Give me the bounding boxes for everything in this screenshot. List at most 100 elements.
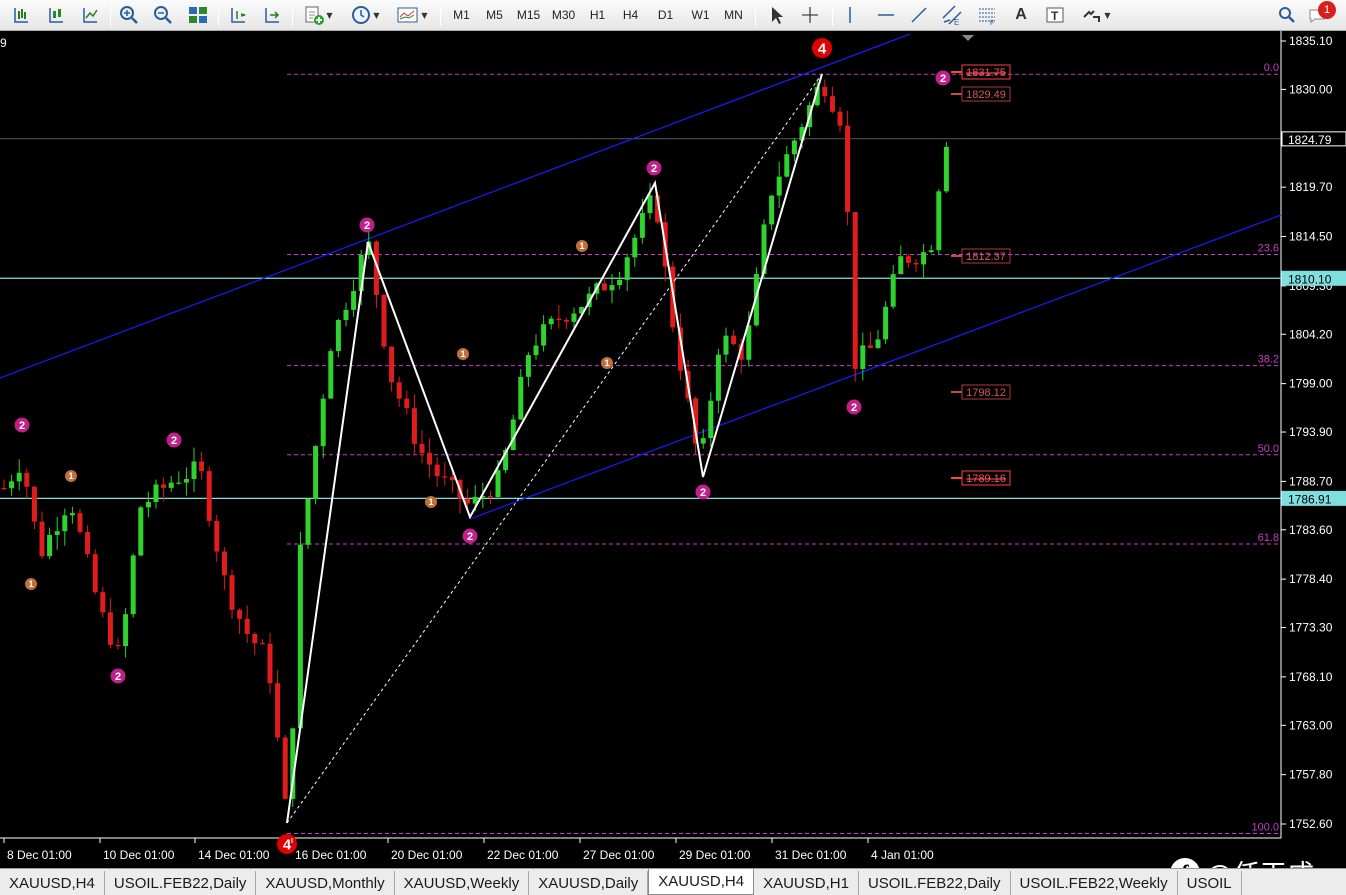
fib-level-label: 50.0 xyxy=(1258,443,1279,455)
candlestick-icon[interactable] xyxy=(41,3,71,27)
tab-1[interactable]: USOIL.FEB22,Daily xyxy=(105,871,257,895)
candle xyxy=(943,141,949,193)
candle-body xyxy=(905,256,911,263)
notification-badge[interactable]: 1 xyxy=(1318,1,1336,19)
zoom-out-icon[interactable] xyxy=(148,3,178,27)
tab-6[interactable]: XAUUSD,H1 xyxy=(754,871,859,895)
candle-body xyxy=(791,140,797,155)
tab-3[interactable]: XAUUSD,Weekly xyxy=(395,871,530,895)
candle-body xyxy=(138,507,144,556)
price-axis-label: 1757.80 xyxy=(1289,768,1333,782)
bar-chart-icon[interactable] xyxy=(6,3,36,27)
tab-2[interactable]: XAUUSD,Monthly xyxy=(256,871,395,895)
wave-label-text: 2 xyxy=(700,487,706,499)
wave-label: 2 xyxy=(14,417,30,433)
crosshair-icon[interactable] xyxy=(796,3,824,27)
candle-body xyxy=(100,592,106,613)
indicators-icon[interactable]: ▼ xyxy=(298,3,338,27)
periods-clock-icon[interactable]: ▼ xyxy=(345,3,385,27)
templates-icon[interactable]: ▼ xyxy=(392,3,432,27)
tab-5[interactable]: XAUUSD,H4 xyxy=(648,869,755,895)
candle-body xyxy=(571,313,577,322)
candle-body xyxy=(883,306,889,340)
candle-body xyxy=(548,318,554,325)
time-axis-label: 14 Dec 01:00 xyxy=(198,848,270,862)
wave-label: 2 xyxy=(462,528,478,544)
candle-body xyxy=(24,472,30,487)
timeframe-w1[interactable]: W1 xyxy=(684,3,717,27)
fibonacci-icon[interactable]: F xyxy=(973,3,1001,27)
equidistant-channel-icon[interactable]: E xyxy=(938,3,966,27)
cursor-icon[interactable] xyxy=(762,3,790,27)
chart-shift-icon[interactable] xyxy=(223,3,253,27)
price-label-text: 1812.37 xyxy=(966,251,1006,263)
candle xyxy=(852,211,858,382)
timeframe-m15[interactable]: M15 xyxy=(512,3,545,27)
candle-body xyxy=(297,544,303,729)
candle xyxy=(883,301,889,344)
candle-body xyxy=(829,96,835,112)
wave-label: 1 xyxy=(601,357,613,369)
candle-body xyxy=(556,318,562,321)
candle-body xyxy=(62,515,68,532)
line-chart-icon[interactable] xyxy=(75,3,105,27)
candle-body xyxy=(9,481,15,489)
wave-label-text: 1 xyxy=(428,497,433,507)
timeframe-m1[interactable]: M1 xyxy=(445,3,478,27)
horizontal-line-icon[interactable] xyxy=(872,3,900,27)
timeframe-m30[interactable]: M30 xyxy=(547,3,580,27)
candle-body xyxy=(252,634,258,644)
auto-scroll-icon[interactable] xyxy=(257,3,287,27)
timeframe-h1[interactable]: H1 xyxy=(581,3,614,27)
vertical-line-icon[interactable] xyxy=(838,3,862,27)
tab-7[interactable]: USOIL.FEB22,Daily xyxy=(859,871,1011,895)
price-chart[interactable]: 0.0 23.6 38.2 50.0 61.8 100.0 4 4 2 2 2 2 2 2 2 2 2 1 1 1 1… xyxy=(0,31,1346,891)
fib-level-label: 0.0 xyxy=(1264,62,1279,74)
zoom-in-icon[interactable] xyxy=(114,3,144,27)
candle-body xyxy=(389,346,395,383)
candle-body xyxy=(784,154,790,177)
candle xyxy=(845,111,851,226)
chart-canvas[interactable]: 0.0 23.6 38.2 50.0 61.8 100.0 4 4 2 2 2 2 2 2 2 2 2 1 1 1 1… xyxy=(0,31,1346,868)
arrows-icon[interactable]: ▼ xyxy=(1076,3,1116,27)
svg-text:E: E xyxy=(954,18,959,26)
candle-body xyxy=(647,195,653,214)
trendline-icon[interactable] xyxy=(905,3,933,27)
timeframe-mn[interactable]: MN xyxy=(717,3,750,27)
candle-body xyxy=(229,575,235,610)
candle-body xyxy=(845,125,851,212)
wave-label: 4 xyxy=(812,38,832,58)
text-label-icon[interactable]: T xyxy=(1041,3,1069,27)
candle-body xyxy=(244,618,250,635)
wave-label: 2 xyxy=(359,217,375,233)
candle-body xyxy=(632,237,638,258)
candle-body xyxy=(913,262,919,265)
wave-label-text: 2 xyxy=(467,531,473,543)
timeframe-d1[interactable]: D1 xyxy=(649,3,682,27)
wave-label: 1 xyxy=(457,348,469,360)
tab-0[interactable]: XAUUSD,H4 xyxy=(0,871,105,895)
timeframe-m5[interactable]: M5 xyxy=(478,3,511,27)
tab-4[interactable]: XAUUSD,Daily xyxy=(529,871,649,895)
candle-body xyxy=(107,612,113,645)
wave-label-text: 2 xyxy=(364,220,370,232)
candle-body xyxy=(267,643,273,684)
wave-label: 2 xyxy=(935,70,951,86)
time-axis-label: 27 Dec 01:00 xyxy=(583,848,655,862)
price-axis-label: 1793.90 xyxy=(1289,425,1333,439)
tab-9[interactable]: USOIL xyxy=(1178,871,1242,895)
chart-tabs: XAUUSD,H4 USOIL.FEB22,Daily XAUUSD,Monthly… xyxy=(0,868,1346,895)
wave-label: 2 xyxy=(110,668,126,684)
tab-8[interactable]: USOIL.FEB22,Weekly xyxy=(1011,871,1178,895)
search-icon[interactable] xyxy=(1273,3,1301,27)
text-tool-button[interactable]: A xyxy=(1008,3,1034,27)
timeframe-h4[interactable]: H4 xyxy=(614,3,647,27)
candle-body xyxy=(434,464,440,477)
price-axis-label: 1799.00 xyxy=(1289,377,1333,391)
candle-body xyxy=(282,737,288,799)
candle-body xyxy=(769,195,775,225)
candle-body xyxy=(168,482,174,488)
time-axis-label: 10 Dec 01:00 xyxy=(103,848,175,862)
tile-windows-icon[interactable] xyxy=(183,3,213,27)
candle-body xyxy=(601,283,607,291)
